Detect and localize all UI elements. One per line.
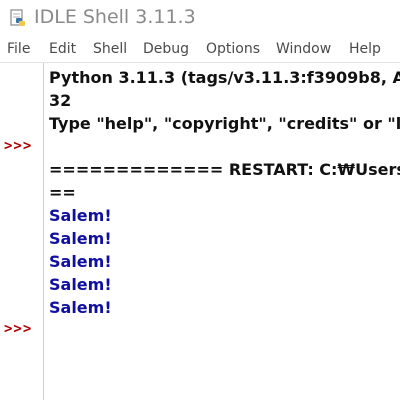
- menu-edit[interactable]: Edit: [49, 41, 76, 57]
- title-bar: IDLE Shell 3.11.3: [0, 0, 400, 38]
- shell-prompt: >>>: [4, 321, 33, 337]
- stdout-line: Salem!: [49, 252, 112, 271]
- stdout-line: Salem!: [49, 229, 112, 248]
- window-title: IDLE Shell 3.11.3: [34, 6, 196, 28]
- stdout-line: Salem!: [49, 275, 112, 294]
- menu-help[interactable]: Help: [349, 41, 381, 57]
- menu-file[interactable]: File: [7, 41, 30, 57]
- python-idle-icon: [10, 9, 25, 26]
- prompt-gutter: >>> >>>: [0, 63, 44, 400]
- menu-debug[interactable]: Debug: [143, 41, 189, 57]
- stdout-line: Salem!: [49, 298, 112, 317]
- restart-line: ============= RESTART: C:₩Users₩Wa: [49, 160, 400, 179]
- restart-line: ==: [49, 183, 76, 202]
- menu-window[interactable]: Window: [276, 41, 331, 57]
- banner-line: Python 3.11.3 (tags/v3.11.3:f3909b8, Apr…: [49, 68, 400, 87]
- banner-line: 32: [49, 91, 72, 110]
- banner-line: Type "help", "copyright", "credits" or "…: [49, 114, 400, 133]
- menu-bar: File Edit Shell Debug Options Window Hel…: [0, 38, 400, 63]
- shell-output-area[interactable]: Python 3.11.3 (tags/v3.11.3:f3909b8, Apr…: [44, 63, 400, 400]
- menu-options[interactable]: Options: [206, 41, 260, 57]
- stdout-line: Salem!: [49, 206, 112, 225]
- shell-prompt: >>>: [4, 138, 33, 154]
- menu-shell[interactable]: Shell: [93, 41, 127, 57]
